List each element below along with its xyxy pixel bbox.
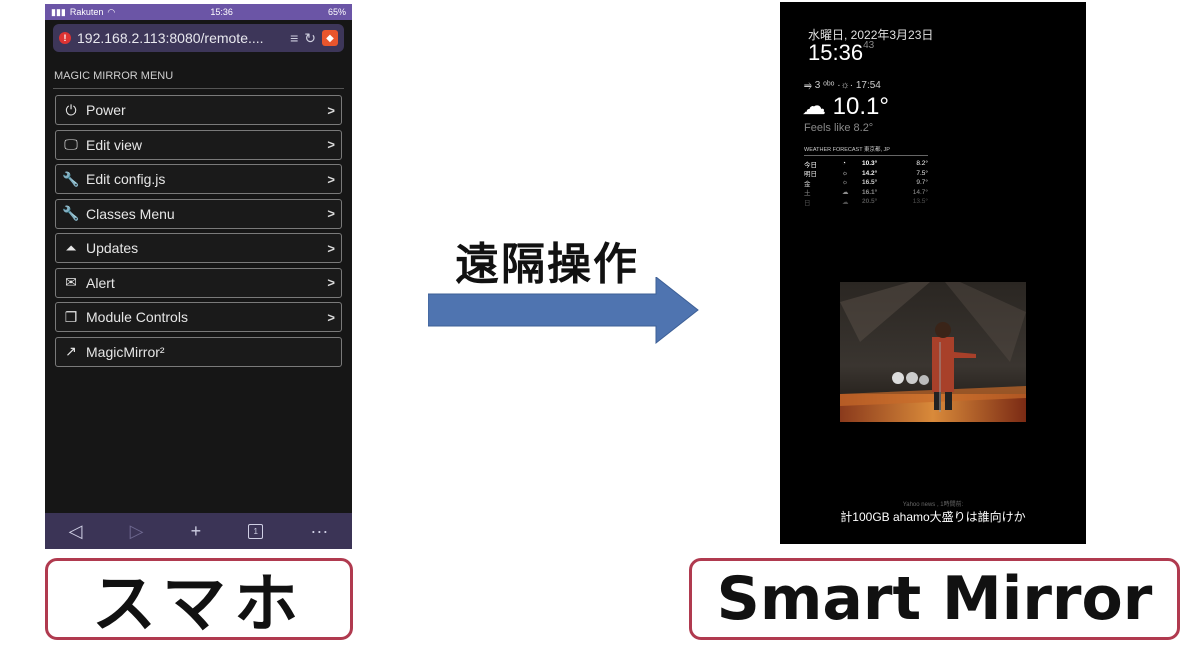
forecast-day: 日 (804, 199, 811, 207)
forecast-row: 今日 ◔ 10.3° 8.2° (804, 159, 932, 169)
menu-item-label: Module Controls (86, 309, 188, 325)
battery-level: 65% (327, 7, 346, 17)
phone-screenshot: ▮▮▮ Rakuten ◠ 15:36 65% ! 192.168.2.113:… (45, 4, 352, 549)
menu-item-label: Alert (86, 274, 115, 291)
chevron-right-icon: > (327, 171, 335, 187)
forecast-high: 16.1° (862, 188, 878, 196)
forward-icon[interactable]: ▷ (130, 521, 144, 542)
forecast-icon: ☼ (842, 169, 848, 177)
wrench-icon: 🔧 (62, 205, 80, 221)
right-arrow-icon (428, 277, 699, 345)
menu-item-label: Edit view (86, 136, 143, 153)
feels-like: Feels like 8.2° (804, 122, 874, 134)
forecast-high: 14.2° (862, 169, 878, 177)
forecast-low: 9.7° (916, 179, 928, 187)
forecast-low: 13.5° (912, 198, 928, 206)
menu-item-power[interactable]: ⏻ Power > (55, 95, 342, 125)
menu-item-label: Edit config.js (86, 171, 166, 187)
url-text[interactable]: 192.168.2.113:8080/remote.... (77, 30, 284, 46)
brave-shield-icon[interactable]: ◆ (322, 30, 338, 46)
wifi-icon: ◠ (107, 6, 116, 17)
windows-icon: ❐ (64, 308, 78, 325)
menu-item-alert[interactable]: ✉ Alert > (55, 267, 342, 298)
temperature-value: 10.1° (832, 93, 889, 120)
news-headline: 計100GB ahamo大盛りは誰向けか (840, 510, 1026, 524)
menu-item-edit-view[interactable]: 🖵 Edit view > (55, 129, 342, 160)
menu-item-updates[interactable]: ⏶ Updates > (55, 233, 342, 263)
forecast-high: 10.3° (862, 160, 878, 168)
more-icon[interactable]: ··· (310, 521, 328, 542)
menu-item-label: Updates (86, 240, 139, 256)
menu-item-magicmirror[interactable]: ↗ MagicMirror² (55, 336, 342, 367)
forecast-icon: ◔ (842, 160, 846, 168)
forecast-icon: ☁ (842, 189, 849, 197)
forecast-low: 7.5° (916, 169, 928, 177)
smart-mirror-screenshot: 水曜日, 2022年3月23日 15:3643 ⥤ 3 ᵒᵇᵒ ·☼· 17:5… (780, 2, 1086, 544)
insecure-warning-icon[interactable]: ! (59, 32, 71, 44)
forecast-row: 日 ☁ 20.5° 13.5° (804, 197, 932, 207)
status-bar: ▮▮▮ Rakuten ◠ 15:36 65% (45, 4, 352, 20)
wind-sunset: ⥤ 3 ᵒᵇᵒ ·☼· 17:54 (804, 80, 881, 91)
forecast-day: 今日 (804, 161, 817, 169)
forecast-high: 20.5° (862, 198, 878, 206)
phone-caption: スマホ (45, 558, 353, 640)
menu-item-label: Classes Menu (86, 205, 175, 222)
forecast-day: 明日 (804, 171, 817, 179)
carrier-name: Rakuten (69, 7, 104, 17)
menu-item-label: Power (86, 102, 126, 118)
forecast-icon: ☁ (842, 198, 849, 206)
status-time: 15:36 (210, 7, 233, 17)
current-temperature: ☁ 10.1° (802, 92, 889, 121)
menu-list: ⏻ Power > 🖵 Edit view > 🔧 Edit config.js… (45, 89, 352, 367)
mirror-caption: Smart Mirror (689, 558, 1180, 640)
envelope-icon: ✉ (65, 274, 77, 290)
external-link-icon: ↗ (65, 343, 77, 359)
back-icon[interactable]: ◁ (69, 521, 83, 542)
wrench-icon: 🔧 (62, 170, 80, 187)
concert-photo (840, 282, 1026, 422)
carrier-signal: ▮▮▮ Rakuten ◠ (51, 7, 115, 18)
forecast-table: 今日 ◔ 10.3° 8.2° 明日 ☼ 14.2° 7.5° 金 ☼ 16.5… (804, 159, 932, 207)
chevron-right-icon: > (327, 275, 335, 290)
forecast-row: 土 ☁ 16.1° 14.7° (804, 188, 932, 198)
forecast-high: 16.5° (862, 179, 878, 187)
menu-item-module-controls[interactable]: ❐ Module Controls > (55, 302, 342, 332)
reader-mode-icon[interactable]: ≡ (290, 30, 298, 46)
signal-icon: ▮▮▮ (51, 6, 66, 17)
forecast-header: WEATHER FORECAST 東京都, JP (804, 145, 928, 156)
power-icon: ⏻ (65, 101, 77, 118)
forecast-low: 14.7° (912, 188, 928, 196)
chevron-right-icon: > (327, 137, 335, 152)
chevron-right-icon: > (327, 102, 335, 118)
clock-seconds: 43 (863, 40, 875, 51)
reload-icon[interactable]: ↻ (304, 30, 316, 47)
menu-item-label: MagicMirror² (86, 343, 165, 360)
forecast-icon: ☼ (842, 179, 848, 187)
forecast-row: 明日 ☼ 14.2° 7.5° (804, 169, 932, 179)
forecast-row: 金 ☼ 16.5° 9.7° (804, 178, 932, 188)
tabs-icon[interactable]: 1 (248, 523, 264, 539)
chevron-right-icon: > (327, 309, 335, 325)
clock-time: 15:36 (808, 40, 864, 65)
mirror-clock: 15:3643 (808, 40, 874, 66)
cloud-icon: ☁ (802, 93, 826, 120)
update-box-icon: ⏶ (65, 239, 77, 256)
address-bar[interactable]: ! 192.168.2.113:8080/remote.... ≡ ↻ ◆ (53, 24, 344, 52)
menu-item-edit-config[interactable]: 🔧 Edit config.js > (55, 164, 342, 194)
menu-item-classes-menu[interactable]: 🔧 Classes Menu > (55, 198, 342, 229)
news-source: Yahoo news , 1時間前: (902, 502, 964, 508)
chevron-right-icon: > (327, 206, 335, 221)
menu-title: MAGIC MIRROR MENU (53, 56, 344, 89)
monitor-icon: 🖵 (64, 136, 78, 152)
add-tab-icon[interactable]: + (191, 521, 202, 542)
forecast-day: 土 (804, 190, 811, 198)
chevron-right-icon: > (327, 240, 335, 256)
forecast-day: 金 (804, 180, 811, 188)
browser-toolbar: ◁ ▷ + 1 ··· (45, 513, 352, 549)
forecast-low: 8.2° (916, 160, 928, 168)
